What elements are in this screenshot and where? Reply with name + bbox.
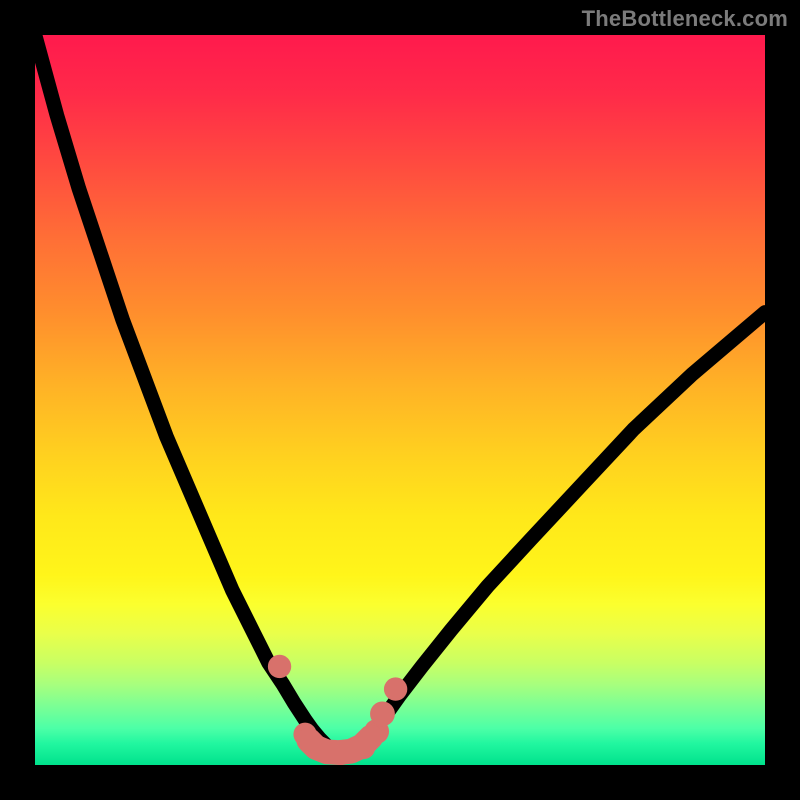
left-curve bbox=[35, 35, 342, 753]
curve-layer bbox=[35, 35, 765, 765]
chart-frame: TheBottleneck.com bbox=[0, 0, 800, 800]
curve-marker bbox=[268, 655, 291, 678]
plot-area bbox=[35, 35, 765, 765]
watermark-text: TheBottleneck.com bbox=[582, 6, 788, 32]
curve-marker bbox=[370, 701, 395, 726]
trough-band bbox=[309, 737, 371, 752]
curve-marker bbox=[384, 677, 407, 700]
